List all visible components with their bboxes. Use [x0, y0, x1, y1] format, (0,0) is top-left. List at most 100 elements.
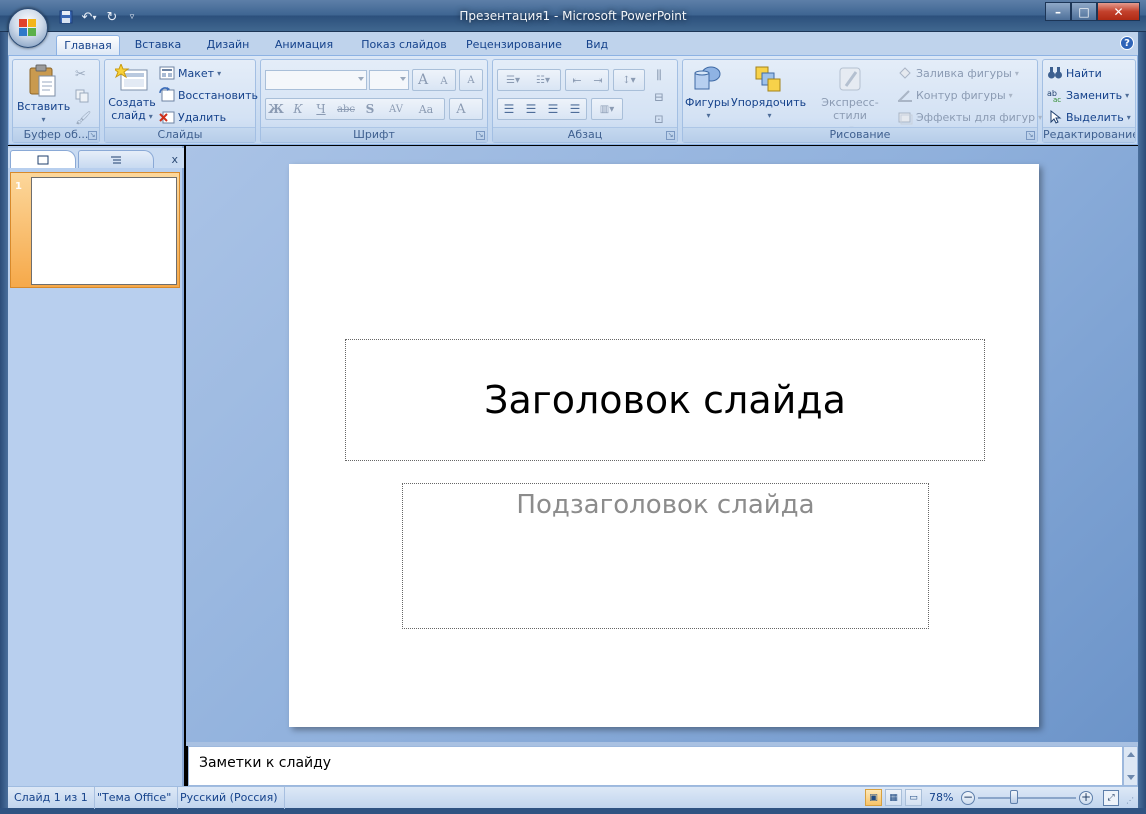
resize-grip-icon[interactable]: ⋰: [1126, 796, 1136, 806]
clear-format-button[interactable]: A: [461, 70, 481, 90]
shape-outline-label: Контур фигуры: [916, 88, 1006, 102]
group-label-font: Шрифт: [261, 127, 487, 142]
line-spacing-icon[interactable]: ↕▾: [615, 70, 643, 90]
decrease-indent-icon[interactable]: ⇤: [567, 70, 587, 90]
quick-styles-label: Экспресс-стили: [821, 96, 879, 122]
normal-view-icon[interactable]: ▣: [865, 789, 882, 806]
office-button[interactable]: [8, 8, 48, 48]
tab-home[interactable]: Главная: [56, 35, 120, 55]
layout-icon: [159, 66, 175, 80]
change-case-button[interactable]: Aa: [413, 99, 439, 119]
group-label-drawing: Рисование: [683, 127, 1037, 142]
arrange-button[interactable]: Упорядочить ▾: [731, 64, 807, 122]
fit-to-window-icon[interactable]: ⤢: [1103, 790, 1119, 806]
zoom-in-button[interactable]: +: [1079, 791, 1093, 805]
tab-animation[interactable]: Анимация: [266, 35, 342, 55]
grow-font-button[interactable]: A: [413, 70, 433, 90]
notes-pane[interactable]: Заметки к слайду: [188, 746, 1123, 786]
tab-insert[interactable]: Вставка: [126, 35, 190, 55]
smartart-icon[interactable]: ⊡: [649, 109, 669, 129]
slide-thumbnail-selected[interactable]: 1: [10, 172, 180, 288]
find-button[interactable]: Найти: [1047, 63, 1102, 83]
arrange-label: Упорядочить: [731, 96, 807, 109]
shape-effects-button[interactable]: Эффекты для фигур ▾: [897, 107, 1042, 127]
align-left-icon[interactable]: ☰: [499, 99, 519, 119]
shadow-button[interactable]: S: [360, 99, 380, 119]
new-slide-button[interactable]: Создать слайд ▾: [107, 64, 157, 123]
align-center-icon[interactable]: ☰: [521, 99, 541, 119]
columns-icon[interactable]: ▥▾: [593, 99, 621, 119]
select-button[interactable]: Выделить ▾: [1047, 107, 1131, 127]
slide-subtitle-text: Подзаголовок слайда: [516, 490, 815, 520]
zoom-slider-track[interactable]: [978, 797, 1076, 799]
panel-close-icon[interactable]: x: [171, 153, 178, 166]
notes-scrollbar[interactable]: [1123, 746, 1138, 786]
numbering-icon[interactable]: ☷▾: [529, 70, 557, 90]
font-launcher-icon[interactable]: ↘: [476, 131, 485, 140]
reset-label: Восстановить: [178, 88, 258, 102]
group-label-slides: Слайды: [105, 127, 255, 142]
shrink-font-button[interactable]: A: [434, 71, 454, 91]
clipboard-launcher-icon[interactable]: ↘: [88, 131, 97, 140]
align-right-icon[interactable]: ☰: [543, 99, 563, 119]
replace-icon: abac: [1047, 89, 1061, 103]
subtitle-placeholder[interactable]: Подзаголовок слайда: [402, 483, 929, 629]
group-paragraph: ☰▾ ☷▾ ⇤ ⇥ ↕▾ ⫼ ⊟ ⊡ ☰ ☰ ☰ ☰ ▥▾ Абзац ↘: [492, 59, 678, 143]
language-indicator[interactable]: Русский (Россия): [174, 787, 285, 809]
copy-icon[interactable]: [75, 86, 89, 106]
slide-counter: Слайд 1 из 1: [8, 787, 95, 809]
delete-slide-button[interactable]: Удалить: [159, 107, 226, 127]
char-spacing-button[interactable]: AV: [383, 99, 409, 119]
font-size-combo[interactable]: [369, 70, 409, 90]
replace-button[interactable]: ab ac Заменить ▾: [1047, 85, 1129, 105]
delete-slide-label: Удалить: [178, 110, 227, 124]
bullets-icon[interactable]: ☰▾: [499, 70, 527, 90]
slideshow-view-icon[interactable]: ▭: [905, 789, 922, 806]
font-color-button[interactable]: A: [451, 99, 471, 119]
scroll-up-icon[interactable]: [1127, 752, 1135, 757]
drawing-launcher-icon[interactable]: ↘: [1026, 131, 1035, 140]
title-placeholder[interactable]: Заголовок слайда: [345, 339, 985, 461]
strikethrough-button[interactable]: abc: [334, 99, 358, 119]
shapes-button[interactable]: Фигуры ▾: [685, 64, 730, 122]
tab-view[interactable]: Вид: [578, 35, 616, 55]
shape-outline-button[interactable]: Контур фигуры ▾: [897, 85, 1013, 105]
tab-review[interactable]: Рецензирование: [462, 35, 566, 55]
tab-design[interactable]: Дизайн: [196, 35, 260, 55]
paragraph-launcher-icon[interactable]: ↘: [666, 131, 675, 140]
maximize-button[interactable]: □: [1071, 2, 1097, 21]
quick-styles-button[interactable]: Экспресс-стили ▾: [805, 64, 895, 135]
italic-button[interactable]: К: [288, 99, 308, 119]
justify-icon[interactable]: ☰: [565, 99, 585, 119]
increase-indent-icon[interactable]: ⇥: [588, 70, 608, 90]
slide-sorter-icon[interactable]: ▦: [885, 789, 902, 806]
minimize-button[interactable]: –: [1045, 2, 1071, 21]
effects-icon: [898, 112, 913, 125]
shape-fill-button[interactable]: Заливка фигуры ▾: [897, 63, 1019, 83]
arrange-icon: [755, 66, 781, 92]
zoom-level[interactable]: 78%: [929, 787, 953, 809]
bold-button[interactable]: Ж: [266, 99, 286, 119]
underline-button[interactable]: Ч: [311, 99, 331, 119]
format-painter-icon[interactable]: 🖌: [75, 108, 92, 128]
align-text-icon[interactable]: ⊟: [649, 87, 669, 107]
select-label: Выделить: [1066, 110, 1124, 124]
tab-slides[interactable]: [10, 150, 76, 168]
reset-button[interactable]: Восстановить: [159, 85, 258, 105]
slides-panel: x 1: [8, 146, 184, 786]
reset-icon: [159, 87, 175, 102]
scroll-down-icon[interactable]: [1127, 775, 1135, 780]
help-icon[interactable]: ?: [1120, 36, 1134, 50]
close-button[interactable]: ✕: [1097, 2, 1140, 21]
tab-outline[interactable]: [78, 150, 154, 168]
paste-button[interactable]: Вставить ▾: [17, 64, 70, 126]
text-direction-icon[interactable]: ⫼: [649, 65, 669, 85]
layout-button[interactable]: Макет ▾: [159, 63, 221, 83]
group-font: A A A Ж К Ч abc S AV Aa A Шрифт ↘: [260, 59, 488, 143]
cut-icon[interactable]: ✂: [75, 64, 86, 84]
shape-fill-label: Заливка фигуры: [916, 66, 1012, 80]
zoom-slider-thumb[interactable]: [1010, 790, 1018, 804]
font-name-combo[interactable]: [265, 70, 367, 90]
tab-slideshow[interactable]: Показ слайдов: [354, 35, 454, 55]
zoom-out-button[interactable]: −: [961, 791, 975, 805]
